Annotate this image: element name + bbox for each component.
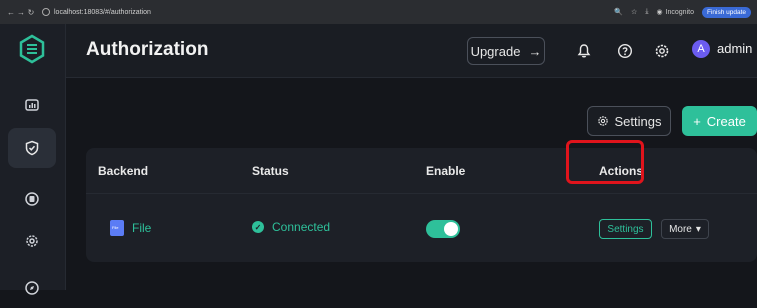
row-settings-button[interactable]: Settings — [599, 219, 652, 239]
upgrade-label: Upgrade — [470, 43, 521, 59]
shield-icon — [25, 140, 39, 156]
forward-icon[interactable]: → — [16, 8, 26, 17]
sidebar-item-integration[interactable] — [8, 179, 56, 219]
file-icon: File — [110, 220, 124, 236]
column-header-status: Status — [252, 164, 289, 178]
settings-button[interactable]: Settings — [587, 106, 671, 136]
incognito-label: Incognito — [665, 8, 694, 16]
status-text: Connected — [272, 220, 331, 234]
url-text: localhost:18083/#/authorization — [54, 8, 151, 16]
settings-button-label: Settings — [614, 113, 662, 129]
authorization-table: Backend Status Enable Actions File File … — [86, 148, 757, 262]
sidebar-item-access-control[interactable] — [8, 128, 56, 168]
plus-icon: + — [693, 113, 701, 129]
header-divider — [86, 193, 757, 194]
backend-cell: File File — [110, 220, 151, 236]
gear-icon — [597, 116, 608, 126]
sidebar — [0, 24, 66, 295]
address-bar[interactable]: localhost:18083/#/authorization — [42, 8, 151, 16]
create-button[interactable]: + Create — [682, 106, 757, 136]
caret-down-icon: ▾ — [695, 223, 701, 235]
page-title: Authorization — [86, 39, 209, 60]
monitor-icon — [25, 99, 39, 111]
notification-bell-icon[interactable] — [574, 41, 594, 61]
back-icon[interactable]: ← — [6, 8, 16, 17]
download-icon[interactable]: ⤓ — [645, 8, 648, 16]
plugin-icon — [25, 192, 39, 206]
gear-icon — [26, 235, 38, 247]
site-info-icon[interactable] — [42, 8, 50, 16]
star-icon[interactable]: ☆ — [631, 8, 637, 16]
sidebar-item-diagnose[interactable] — [8, 268, 56, 308]
page-header: Authorization Upgrade → A admin — [66, 24, 757, 78]
create-button-label: Create — [706, 113, 746, 129]
arrow-right-icon: → — [528, 43, 542, 59]
status-cell: ✓ Connected — [252, 220, 330, 234]
app-logo[interactable] — [17, 34, 47, 64]
settings-gear-icon[interactable] — [652, 41, 672, 61]
incognito-indicator: ◉ Incognito — [656, 8, 694, 17]
more-dropdown-button[interactable]: More ▾ — [661, 219, 709, 239]
browser-toolbar: ← → ↻ localhost:18083/#/authorization 🔍 … — [0, 0, 757, 24]
enable-cell — [426, 220, 460, 238]
more-label: More — [669, 223, 692, 235]
sidebar-item-management[interactable] — [8, 221, 56, 261]
highlight-annotation — [566, 140, 644, 184]
help-icon[interactable] — [615, 41, 635, 61]
username[interactable]: admin — [717, 41, 752, 56]
search-icon[interactable]: 🔍 — [614, 8, 623, 16]
reload-icon[interactable]: ↻ — [26, 8, 36, 17]
column-header-backend: Backend — [98, 164, 149, 178]
incognito-icon: ◉ — [656, 9, 663, 16]
sidebar-item-monitoring[interactable] — [8, 85, 56, 125]
enable-toggle[interactable] — [426, 220, 460, 238]
upgrade-button[interactable]: Upgrade → — [467, 37, 545, 65]
avatar[interactable]: A — [692, 40, 710, 58]
column-header-enable: Enable — [426, 164, 466, 178]
check-circle-icon: ✓ — [252, 221, 264, 233]
compass-icon — [25, 281, 39, 295]
finish-update-button[interactable]: Finish update — [701, 6, 751, 18]
main-content: Settings + Create Backend Status Enable … — [66, 78, 757, 290]
backend-name[interactable]: File — [132, 221, 151, 235]
